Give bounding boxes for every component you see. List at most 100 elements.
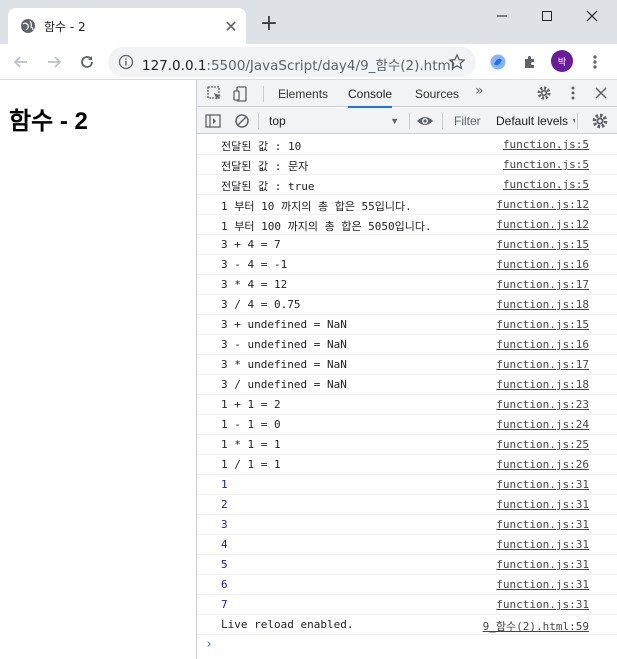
url-path: :5500/JavaScript/day4/9_함수(2).html (206, 58, 455, 74)
console-source-link[interactable]: function.js:5 (503, 158, 589, 171)
maximize-icon (542, 11, 552, 21)
devtools-close-button[interactable] (592, 84, 610, 102)
back-button[interactable] (9, 50, 33, 74)
context-selector[interactable]: top ▼ (263, 111, 403, 131)
tab-console[interactable]: Console (348, 80, 393, 108)
minimize-button[interactable] (479, 4, 525, 28)
console-source-link[interactable]: function.js:31 (496, 478, 589, 491)
live-expression-eye-icon[interactable] (416, 112, 434, 130)
console-message-text: 2 (221, 498, 228, 511)
toolbar-divider (258, 113, 259, 129)
console-message-text: 3 / undefined = NaN (221, 378, 347, 391)
console-source-link[interactable]: function.js:17 (496, 278, 589, 291)
console-message-row: Live reload enabled. 9_함수(2).html:59 (197, 615, 617, 635)
console-source-link[interactable]: function.js:31 (496, 578, 589, 591)
browser-tab[interactable]: 함수 - 2 ✕ (8, 8, 246, 44)
console-source-link[interactable]: function.js:31 (496, 498, 589, 511)
new-tab-button[interactable]: + (258, 13, 280, 36)
devtools-menu-button[interactable] (564, 84, 582, 102)
console-message-row: 4 function.js:31 (197, 535, 617, 555)
console-source-link[interactable]: function.js:15 (496, 238, 589, 251)
clear-console-icon[interactable] (233, 112, 251, 130)
page-heading: 함수 - 2 (9, 108, 88, 135)
console-message-row: 전달된 값 : 문자 function.js:5 (197, 155, 617, 175)
puzzle-icon (525, 56, 534, 68)
console-source-link[interactable]: function.js:31 (496, 538, 589, 551)
console-message-text: 1 / 1 = 1 (221, 458, 281, 471)
filter-input[interactable]: Filter (450, 111, 492, 131)
toolbar-divider (442, 113, 443, 129)
bookmark-star-icon[interactable] (448, 53, 466, 71)
toolbar-divider (263, 86, 264, 102)
console-message-row: 3 function.js:31 (197, 515, 617, 535)
console-message-text: 3 / 4 = 0.75 (221, 298, 301, 311)
console-message-text: 1 부터 100 까지의 총 합은 5050입니다. (221, 220, 432, 233)
tab-elements[interactable]: Elements (278, 80, 328, 107)
console-message-row: 3 + undefined = NaN function.js:15 (197, 315, 617, 335)
console-source-link[interactable]: function.js:5 (503, 138, 589, 151)
window-close-button[interactable] (569, 4, 615, 28)
console-message-row: 3 * 4 = 12 function.js:17 (197, 275, 617, 295)
console-source-link[interactable]: function.js:31 (496, 558, 589, 571)
console-message-text: 전달된 값 : true (221, 180, 315, 193)
browser-menu-button[interactable] (583, 50, 607, 74)
console-message-row: 7 function.js:31 (197, 595, 617, 615)
tab-strip: 함수 - 2 ✕ + (0, 0, 617, 44)
browser-toolbar: 127.0.0.1:5500/JavaScript/day4/9_함수(2).h… (0, 44, 617, 80)
extensions-menu-button[interactable] (518, 50, 542, 74)
console-source-link[interactable]: function.js:31 (496, 598, 589, 611)
devtools-settings-button[interactable] (535, 84, 553, 102)
console-source-link[interactable]: function.js:23 (496, 398, 589, 411)
console-source-link[interactable]: function.js:15 (496, 318, 589, 331)
console-message-row: 3 / 4 = 0.75 function.js:18 (197, 295, 617, 315)
info-icon[interactable] (118, 54, 134, 70)
log-levels-dropdown[interactable]: Default levels ▼ (493, 111, 575, 131)
address-bar[interactable]: 127.0.0.1:5500/JavaScript/day4/9_함수(2).h… (108, 47, 476, 77)
toolbar-divider (577, 113, 578, 129)
dropdown-caret-icon: ▼ (390, 116, 399, 126)
console-prompt[interactable]: › (197, 635, 617, 659)
console-message-text: Live reload enabled. (221, 618, 354, 631)
inspect-element-icon[interactable] (206, 85, 224, 103)
console-settings-gear-icon[interactable] (591, 112, 609, 130)
device-toolbar-icon[interactable] (232, 85, 250, 103)
console-source-link[interactable]: function.js:26 (496, 458, 589, 471)
console-source-link[interactable]: function.js:18 (496, 378, 589, 391)
tab-title: 함수 - 2 (44, 19, 86, 34)
console-source-link[interactable]: function.js:25 (496, 438, 589, 451)
console-message-text: 3 (221, 518, 228, 531)
arrow-left-icon (13, 56, 27, 68)
console-message-row: 5 function.js:31 (197, 555, 617, 575)
console-source-link[interactable]: function.js:31 (496, 518, 589, 531)
console-source-link[interactable]: function.js:16 (496, 338, 589, 351)
console-message-row: 2 function.js:31 (197, 495, 617, 515)
console-source-link[interactable]: function.js:5 (503, 178, 589, 191)
reload-button[interactable] (75, 50, 99, 74)
console-source-link[interactable]: function.js:16 (496, 258, 589, 271)
console-message-text: 3 + 4 = 7 (221, 238, 281, 251)
console-source-link[interactable]: function.js:18 (496, 298, 589, 311)
tab-close-icon[interactable]: ✕ (222, 17, 240, 36)
console-message-row: 전달된 값 : true function.js:5 (197, 175, 617, 195)
close-icon (586, 10, 598, 22)
console-source-link[interactable]: function.js:12 (496, 198, 589, 211)
console-source-link[interactable]: function.js:24 (496, 418, 589, 431)
reload-icon (81, 56, 93, 68)
more-tabs-icon[interactable]: » (475, 83, 484, 99)
console-source-link[interactable]: function.js:17 (496, 358, 589, 371)
console-source-link[interactable]: function.js:12 (496, 218, 589, 231)
tab-sources[interactable]: Sources (415, 80, 459, 107)
console-toolbar: top ▼ Filter Default levels ▼ (197, 108, 617, 134)
console-message-text: 전달된 값 : 문자 (221, 160, 309, 173)
console-message-row: 1 * 1 = 1 function.js:25 (197, 435, 617, 455)
extension-button[interactable] (486, 50, 510, 74)
maximize-button[interactable] (524, 4, 570, 28)
forward-button[interactable] (42, 50, 66, 74)
sidebar-toggle-icon[interactable] (204, 112, 222, 130)
devtools-tabbar: Elements Console Sources » (197, 80, 617, 108)
console-message-text: 1 + 1 = 2 (221, 398, 281, 411)
console-message-row: 1 / 1 = 1 function.js:26 (197, 455, 617, 475)
console-source-link[interactable]: 9_함수(2).html:59 (483, 618, 589, 634)
console-message-row: 1 부터 100 까지의 총 합은 5050입니다. function.js:12 (197, 215, 617, 235)
profile-avatar[interactable]: 박 (551, 50, 573, 72)
